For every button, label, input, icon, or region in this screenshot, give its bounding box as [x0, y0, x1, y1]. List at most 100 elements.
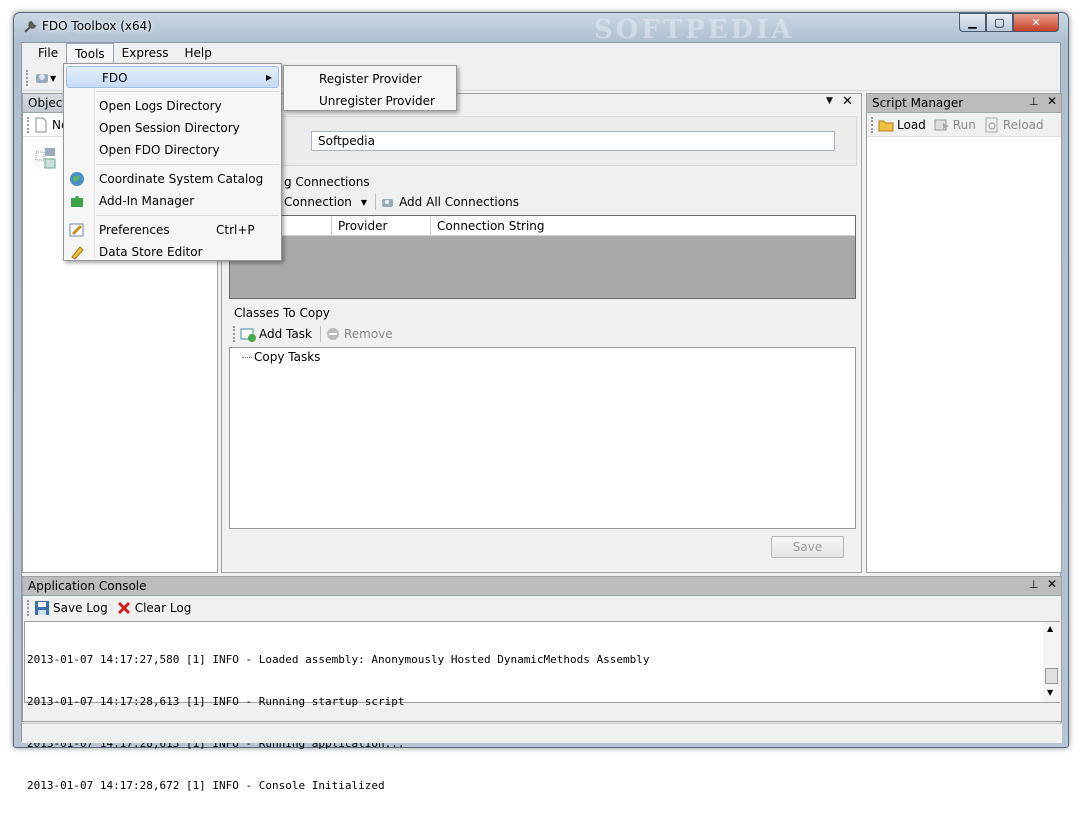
menu-item-unregister-provider[interactable]: Unregister Provider — [284, 90, 456, 112]
chevron-down-icon: ▼ — [360, 197, 368, 207]
pin-icon[interactable]: ⊥ — [1029, 578, 1039, 591]
add-task-icon — [240, 328, 256, 342]
menu-item-open-fdo-directory[interactable]: Open FDO Directory — [64, 139, 281, 161]
menu-item-open-fdo-label: Open FDO Directory — [99, 143, 220, 157]
add-all-connections-button[interactable]: Add All Connections — [380, 194, 519, 210]
add-task-button[interactable]: Add Task — [240, 326, 312, 342]
console-title: Application Console — [28, 579, 147, 593]
register-provider-label: Register Provider — [319, 72, 422, 86]
watermark: SOFTPEDIA — [594, 15, 795, 45]
menu-separator — [96, 91, 279, 92]
menu-item-coordinate-system[interactable]: Coordinate System Catalog — [64, 168, 281, 190]
toolbar-separator — [319, 326, 321, 342]
tree-line — [242, 357, 252, 358]
connections-label: g Connections — [284, 175, 370, 189]
tasks-toolbar: Add Task Remove — [229, 322, 856, 346]
load-button[interactable]: Load — [878, 117, 926, 133]
console-toolbar: Save Log Clear Log — [23, 596, 1061, 620]
fdo-submenu: Register Provider Unregister Provider — [283, 65, 457, 111]
load-label: Load — [897, 117, 926, 132]
script-manager-panel: Script Manager ⊥ ✕ Load Run Reload — [866, 93, 1062, 573]
menu-separator — [96, 215, 279, 216]
reload-icon — [985, 117, 998, 132]
pin-icon[interactable]: ⊥ — [1029, 95, 1039, 108]
tree-node-copy-tasks[interactable]: Copy Tasks — [254, 350, 320, 364]
add-all-connections-label: Add All Connections — [399, 195, 519, 209]
menu-item-register-provider[interactable]: Register Provider — [284, 68, 456, 90]
title-bar[interactable]: FDO Toolbox (x64) SOFTPEDIA ▁ ▢ ✕ — [14, 13, 1068, 45]
copy-tasks-tree[interactable]: Copy Tasks — [229, 347, 856, 529]
menu-file[interactable]: File — [30, 43, 66, 65]
puzzle-icon — [71, 196, 83, 207]
new-document-icon — [35, 117, 47, 132]
menu-item-open-session[interactable]: Open Session Directory — [64, 117, 281, 139]
pencil-icon — [71, 246, 84, 260]
reload-button[interactable]: Reload — [984, 117, 1044, 133]
script-toolbar: Load Run Reload — [867, 113, 1061, 137]
menu-item-open-logs-label: Open Logs Directory — [99, 99, 222, 113]
menu-item-addin-manager[interactable]: Add-In Manager — [64, 190, 281, 212]
menu-express[interactable]: Express — [114, 43, 177, 65]
menu-separator — [96, 164, 279, 165]
menu-tools[interactable]: Tools — [66, 43, 114, 65]
clear-log-button[interactable]: Clear Log — [116, 600, 192, 616]
console-line: 2013-01-07 14:17:28,672 [1] INFO - Conso… — [27, 779, 385, 792]
toolbar-grip[interactable] — [233, 326, 236, 342]
status-bar — [22, 723, 1062, 743]
menu-item-open-logs[interactable]: Open Logs Directory — [64, 95, 281, 117]
connection-button-label: Connection — [284, 195, 352, 209]
scrollbar-thumb[interactable] — [1045, 668, 1058, 684]
bulk-copy-panel: ▼ ✕ Softpedia g Connections Connection ▼… — [221, 93, 862, 573]
save-button[interactable]: Save — [771, 536, 844, 558]
grid-header-connection-string[interactable]: Connection String — [431, 216, 855, 235]
connections-toolbar: Connection ▼ Add All Connections — [228, 190, 856, 214]
toolbar-grip[interactable] — [26, 70, 29, 86]
application-console-panel: Application Console ⊥ ✕ Save Log Clear L… — [22, 576, 1062, 792]
console-line: 2013-01-07 14:17:28,613 [1] INFO - Runni… — [27, 695, 405, 708]
unregister-provider-label: Unregister Provider — [319, 94, 435, 108]
dropdown-arrow-icon[interactable]: ▼ — [826, 96, 833, 106]
database-connect-icon — [36, 74, 48, 83]
save-log-label: Save Log — [53, 601, 108, 615]
console-output[interactable]: 2013-01-07 14:17:27,580 [1] INFO - Loade… — [24, 621, 1060, 792]
floppy-disk-icon — [35, 601, 49, 615]
connections-grid[interactable]: Provider Connection String — [229, 215, 856, 299]
toolbar-grip[interactable] — [27, 600, 30, 616]
grid-header-provider[interactable]: Provider — [332, 216, 431, 235]
console-line: 2013-01-07 14:17:27,580 [1] INFO - Loade… — [27, 653, 650, 666]
connection-dropdown-button[interactable]: Connection ▼ — [284, 195, 367, 209]
close-panel-icon[interactable]: ✕ — [1047, 94, 1057, 108]
toolbar-grip[interactable] — [27, 116, 30, 133]
menu-item-data-store-label: Data Store Editor — [99, 245, 203, 259]
maximize-button[interactable]: ▢ — [986, 13, 1013, 32]
console-scrollbar[interactable]: ▲ ▼ — [1043, 622, 1060, 702]
scroll-down-icon[interactable]: ▼ — [1047, 688, 1053, 697]
connect-dropdown-button[interactable]: ▼ — [34, 69, 60, 87]
minimize-button[interactable]: ▁ — [959, 13, 986, 32]
menu-item-fdo-label: FDO — [102, 71, 128, 85]
menu-item-data-store-editor[interactable]: Data Store Editor — [64, 241, 281, 263]
menu-item-fdo[interactable]: FDO ▸ — [66, 66, 279, 88]
name-group: Softpedia — [226, 116, 857, 166]
clear-log-label: Clear Log — [134, 601, 192, 615]
script-manager-header: Script Manager ⊥ ✕ — [867, 94, 1061, 113]
close-panel-icon[interactable]: ✕ — [1047, 577, 1057, 591]
name-field[interactable]: Softpedia — [311, 131, 835, 151]
submenu-arrow-icon: ▸ — [266, 70, 273, 84]
close-panel-icon[interactable]: ✕ — [842, 94, 853, 109]
menu-help[interactable]: Help — [177, 43, 220, 65]
run-label: Run — [952, 117, 976, 132]
chevron-down-icon: ▼ — [50, 73, 57, 83]
close-button[interactable]: ✕ — [1013, 13, 1059, 32]
red-x-icon — [117, 601, 130, 615]
save-log-button[interactable]: Save Log — [34, 600, 108, 616]
menu-bar: File Tools Express Help — [22, 43, 1060, 65]
remove-button[interactable]: Remove — [325, 326, 393, 342]
run-button[interactable]: Run — [934, 117, 976, 133]
folder-icon — [878, 120, 894, 131]
tree-root-node[interactable] — [35, 146, 57, 173]
scroll-up-icon[interactable]: ▲ — [1047, 624, 1053, 633]
toolbar-grip[interactable] — [871, 116, 874, 133]
run-icon — [934, 119, 949, 130]
menu-item-preferences[interactable]: Preferences Ctrl+P — [64, 219, 281, 241]
